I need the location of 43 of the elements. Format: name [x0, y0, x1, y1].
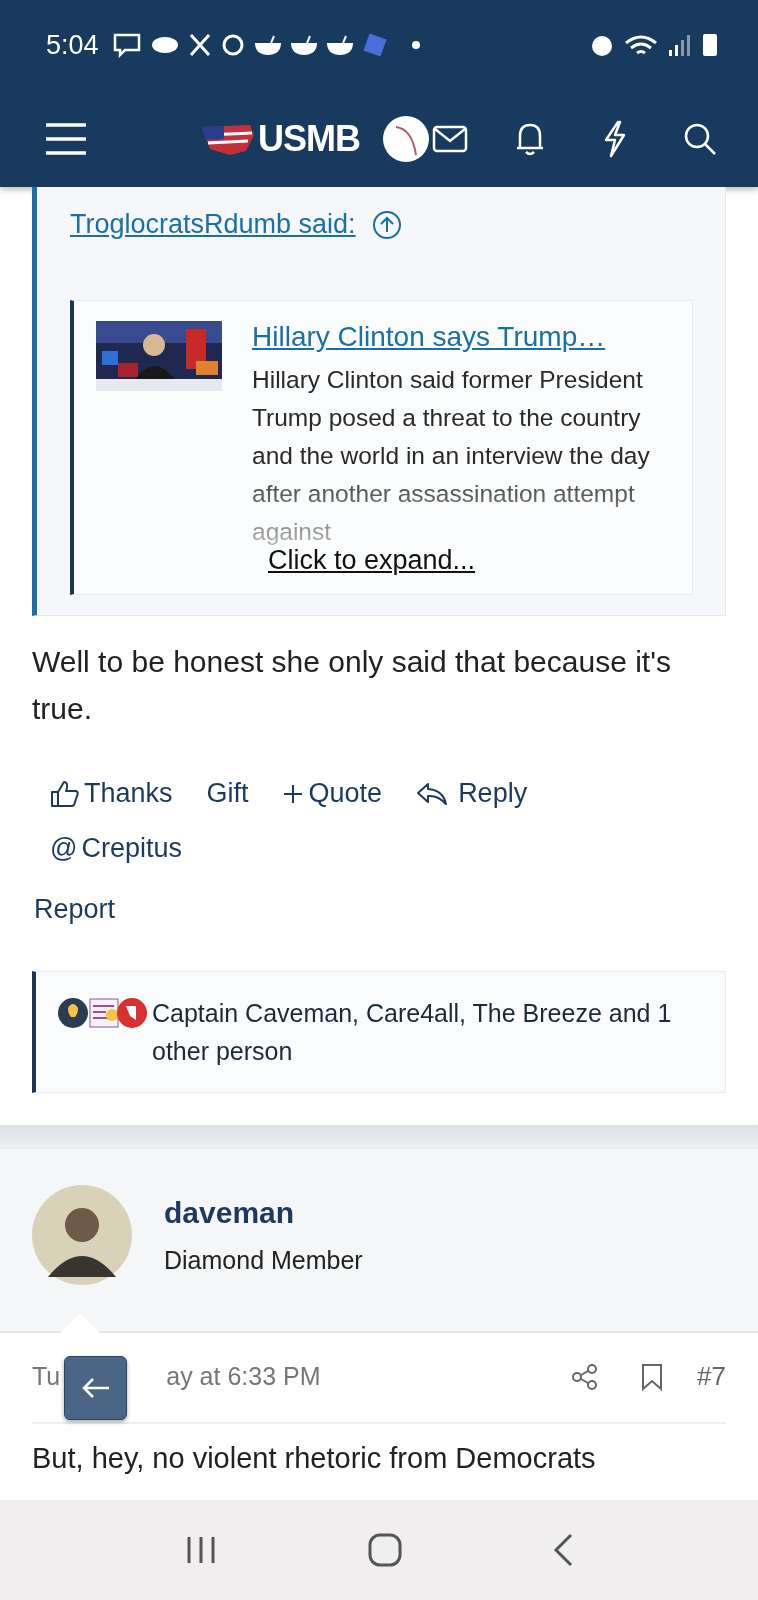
post-action-link[interactable]: Quote — [282, 778, 383, 809]
mail-icon[interactable] — [432, 124, 468, 153]
reactions-text: Captain Caveman, Care4all, The Breeze and 1 other person — [152, 998, 673, 1067]
bookmark-icon[interactable] — [641, 1362, 664, 1391]
post-text: Well to be honest she only said that because it's true. — [32, 644, 672, 727]
lightning-icon[interactable] — [602, 119, 628, 158]
plus-icon — [282, 783, 303, 804]
dot-icon — [410, 40, 421, 50]
ring-icon — [220, 33, 245, 57]
article-description: Hillary Clinton said former President Trump posed a threat to the country and the world in an interview the day after another assassination attempt against — [252, 365, 651, 547]
post-action-link[interactable]: Thanks — [50, 778, 173, 809]
reply-arrow-icon — [416, 780, 449, 807]
reactions-bar[interactable]: Captain Caveman, Care4all, The Breeze and 1 other person — [32, 971, 726, 1093]
avatar[interactable] — [32, 1185, 132, 1285]
user-avatar[interactable] — [382, 114, 430, 163]
menu-icon[interactable] — [44, 121, 88, 156]
post-number[interactable]: #7 — [697, 1361, 726, 1392]
article-title-link[interactable]: Hillary Clinton says Trump… — [252, 321, 678, 353]
username-link[interactable]: daveman — [164, 1195, 363, 1230]
site-logo[interactable]: USMB — [258, 117, 360, 160]
report-link[interactable]: Report — [34, 894, 758, 925]
post-action-link[interactable]: @Crepitus — [50, 833, 182, 864]
user-title: Diamond Member — [164, 1245, 363, 1275]
signal-icon — [668, 33, 692, 57]
back-icon[interactable] — [551, 1532, 574, 1568]
thumbs-up-icon — [50, 779, 80, 808]
quote-author-link[interactable]: TroglocratsRdumb said: — [70, 209, 356, 240]
expand-link[interactable]: Click to expand... — [268, 545, 476, 576]
battery-icon — [702, 33, 718, 57]
post-action-link[interactable]: Gift — [206, 778, 249, 809]
arrow-left-icon — [80, 1376, 111, 1400]
post-action-link[interactable]: Reply — [416, 778, 528, 809]
home-icon[interactable] — [367, 1532, 403, 1568]
chat-icon — [112, 32, 141, 58]
arrow-up-icon[interactable] — [371, 209, 402, 240]
status-time: 5:04 — [46, 29, 99, 61]
back-button[interactable] — [64, 1356, 127, 1420]
x-icon — [188, 33, 211, 57]
post-date[interactable]: Tu — [32, 1362, 61, 1391]
post-text: But, hey, no violent rhetoric from Democrats — [32, 1441, 597, 1476]
post-date[interactable]: ay at 6:33 PM — [166, 1362, 321, 1391]
wifi-icon — [624, 33, 658, 57]
share-icon[interactable] — [571, 1362, 600, 1391]
